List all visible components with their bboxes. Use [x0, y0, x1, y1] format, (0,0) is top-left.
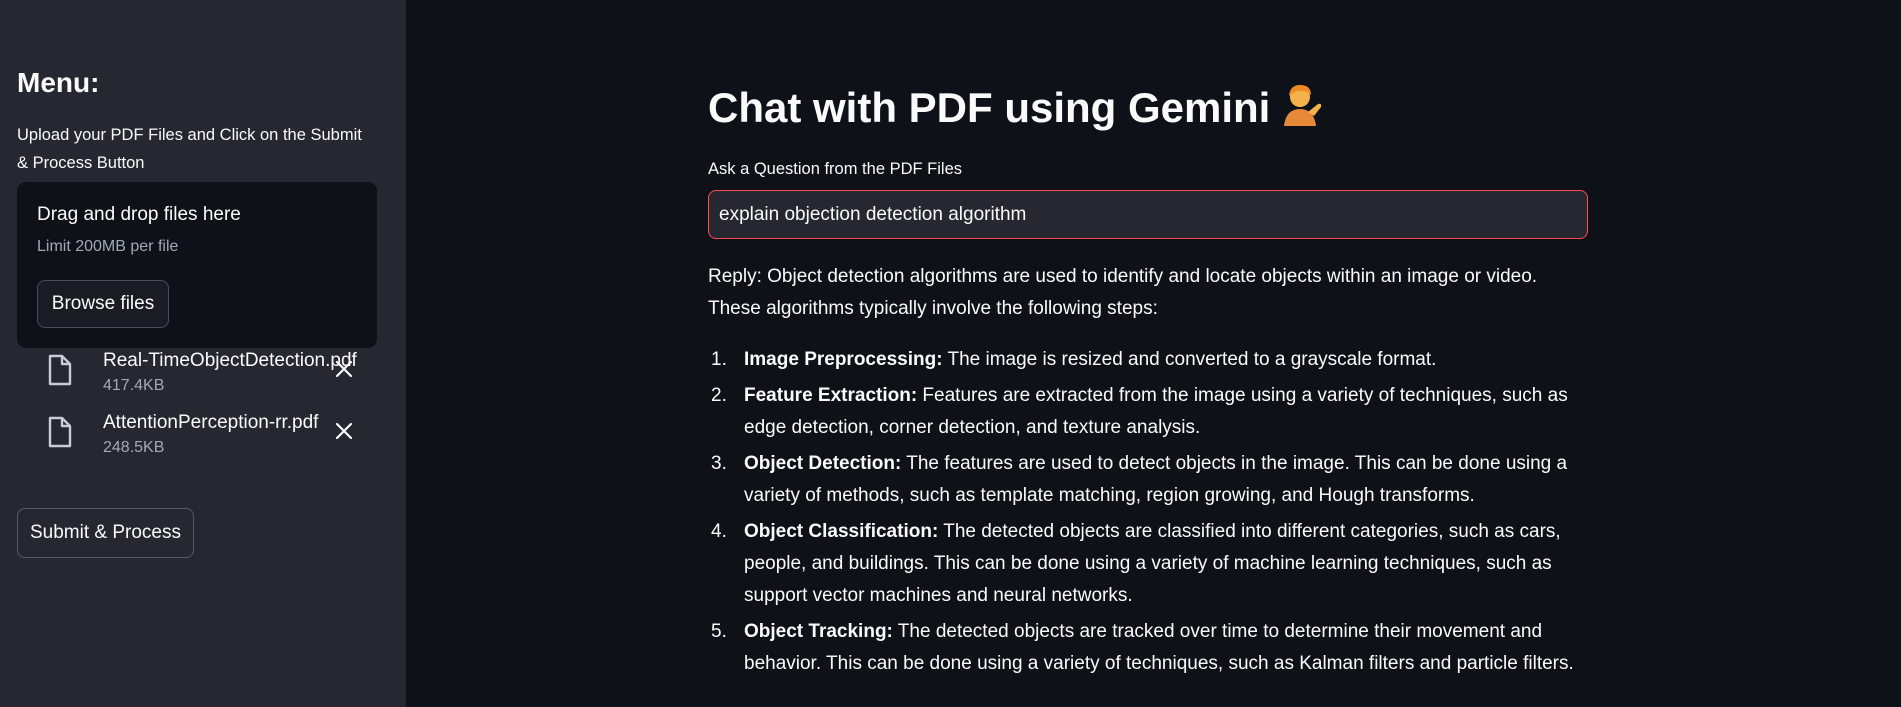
page-title: Chat with PDF using Gemini	[708, 82, 1324, 140]
step-number: 4.	[711, 521, 727, 542]
list-item: 3. Object Detection: The features are use…	[708, 448, 1588, 512]
dropzone-title: Drag and drop files here	[37, 204, 241, 225]
step-number: 5.	[711, 621, 727, 642]
sidebar-menu-title: Menu:	[17, 67, 100, 98]
step-heading: Object Classification:	[744, 521, 939, 542]
uploaded-file-item: AttentionPerception-rr.pdf 248.5KB	[44, 411, 364, 461]
file-size: 248.5KB	[103, 439, 165, 456]
step-heading: Object Detection:	[744, 453, 902, 474]
sidebar: Menu: Upload your PDF Files and Click on…	[0, 0, 406, 707]
remove-file-icon[interactable]	[332, 357, 356, 381]
list-item: 1. Image Preprocessing: The image is resi…	[708, 344, 1588, 376]
steps-list: 1. Image Preprocessing: The image is resi…	[708, 344, 1588, 684]
dropzone-limit: Limit 200MB per file	[37, 238, 179, 255]
main-content: Chat with PDF using Gemini Ask a Questio…	[406, 0, 1901, 707]
browse-files-button[interactable]: Browse files	[37, 280, 169, 328]
step-number: 2.	[711, 385, 727, 406]
file-icon	[44, 353, 74, 387]
list-item: 2. Feature Extraction: Features are extra…	[708, 380, 1588, 444]
step-number: 1.	[711, 349, 727, 370]
step-text: The image is resized and converted to a …	[942, 349, 1437, 370]
file-size: 417.4KB	[103, 377, 165, 394]
app-root: Menu: Upload your PDF Files and Click on…	[0, 0, 1901, 707]
page-title-text: Chat with PDF using Gemini	[708, 84, 1271, 131]
person-tipping-hand-icon	[1278, 82, 1324, 140]
reply-intro: Reply: Object detection algorithms are u…	[708, 266, 1538, 319]
uploaded-file-item: Real-TimeObjectDetection.pdf 417.4KB	[44, 349, 364, 399]
list-item: 4. Object Classification: The detected ob…	[708, 516, 1588, 612]
submit-process-button[interactable]: Submit & Process	[17, 508, 194, 558]
question-label: Ask a Question from the PDF Files	[708, 160, 963, 178]
list-item: 5. Object Tracking: The detected objects …	[708, 616, 1588, 680]
remove-file-icon[interactable]	[332, 419, 356, 443]
step-heading: Object Tracking:	[744, 621, 893, 642]
file-dropzone[interactable]: Drag and drop files here Limit 200MB per…	[17, 182, 377, 348]
step-heading: Feature Extraction:	[744, 385, 918, 406]
question-input[interactable]	[708, 190, 1588, 239]
step-heading: Image Preprocessing:	[744, 349, 943, 370]
step-number: 3.	[711, 453, 727, 474]
file-icon	[44, 415, 74, 449]
sidebar-description: Upload your PDF Files and Click on the S…	[17, 126, 362, 172]
